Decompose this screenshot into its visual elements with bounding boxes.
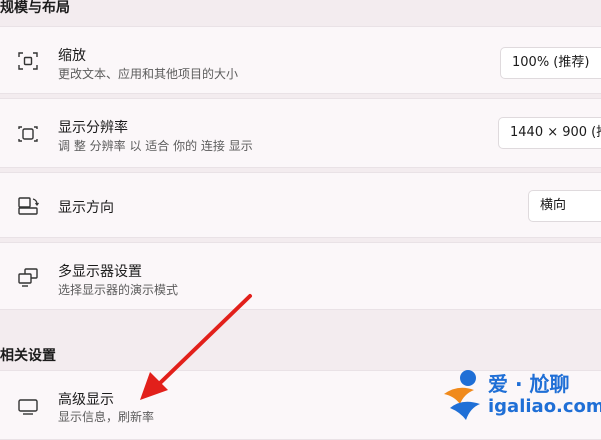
advanced-display-description: 显示信息，刷新率	[58, 410, 155, 424]
resolution-description: 调 整 分辨率 以 适合 你的 连接 显示	[58, 139, 253, 153]
scale-description: 更改文本、应用和其他项目的大小	[58, 67, 239, 81]
section-heading-scale-layout: 规模与布局	[0, 0, 70, 16]
orientation-title: 显示方向	[58, 200, 114, 216]
scale-icon	[18, 52, 38, 70]
scale-title: 缩放	[58, 48, 86, 64]
scale-dropdown[interactable]: 100% (推荐)	[500, 47, 601, 79]
settings-card-resolution[interactable]: 显示分辨率 调 整 分辨率 以 适合 你的 连接 显示 1440 × 900 (…	[0, 98, 601, 168]
settings-card-multiple-displays[interactable]: 多显示器设置 选择显示器的演示模式	[0, 242, 601, 310]
multiple-displays-icon	[18, 268, 38, 287]
resolution-dropdown[interactable]: 1440 × 900 (推	[498, 117, 601, 149]
watermark-title: 爱 · 尬聊	[488, 372, 570, 396]
multiple-displays-title: 多显示器设置	[58, 264, 142, 280]
orientation-dropdown[interactable]: 横向	[528, 190, 601, 222]
resolution-title: 显示分辨率	[58, 120, 128, 136]
section-heading-related-settings: 相关设置	[0, 348, 56, 364]
watermark-logo-icon	[444, 370, 480, 420]
resolution-icon	[18, 126, 38, 142]
orientation-icon	[18, 197, 39, 215]
settings-card-scale[interactable]: 缩放 更改文本、应用和其他项目的大小 100% (推荐)	[0, 26, 601, 94]
settings-card-orientation[interactable]: 显示方向 横向	[0, 172, 601, 238]
display-icon	[18, 399, 38, 415]
advanced-display-title: 高级显示	[58, 392, 114, 408]
watermark: 爱 · 尬聊 igaliao.com	[440, 362, 601, 432]
multiple-displays-description: 选择显示器的演示模式	[58, 283, 179, 297]
watermark-url: igaliao.com	[488, 396, 601, 417]
